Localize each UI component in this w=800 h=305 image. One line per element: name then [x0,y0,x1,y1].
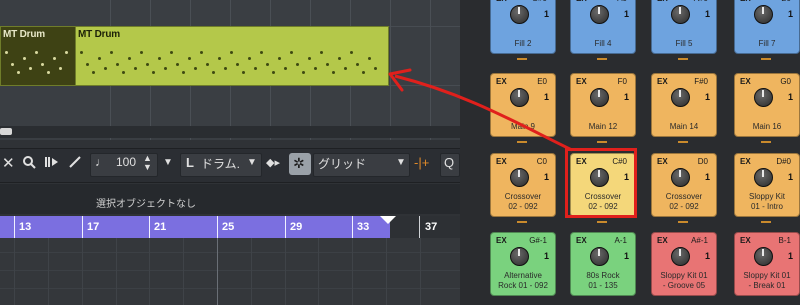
annotation-arrow-icon [388,68,573,152]
